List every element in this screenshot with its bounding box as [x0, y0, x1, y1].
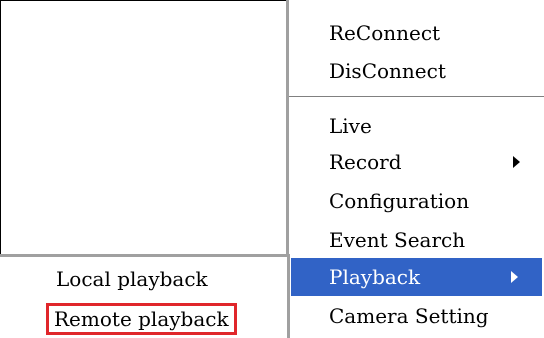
menu-item-reconnect[interactable]: ReConnect [289, 14, 544, 52]
menu-item-camera-setting[interactable]: Camera Setting [289, 297, 544, 335]
menu-item-configuration[interactable]: Configuration [289, 182, 544, 220]
menu-item-event-search[interactable]: Event Search [289, 221, 544, 259]
menu-item-label: Event Search [329, 228, 466, 252]
menu-item-label: Configuration [329, 189, 470, 213]
menu-item-playback[interactable]: Playback [291, 258, 542, 296]
menu-item-disconnect[interactable]: DisConnect [289, 52, 544, 90]
playback-submenu: Local playback Remote playback [0, 254, 290, 338]
menu-separator [289, 96, 544, 98]
submenu-arrow-icon [511, 271, 518, 283]
menu-item-label: DisConnect [329, 59, 446, 83]
menu-item-label: Camera Setting [329, 304, 489, 328]
submenu-item-local-playback[interactable]: Local playback [56, 267, 208, 291]
submenu-item-remote-playback[interactable]: Remote playback [46, 303, 237, 335]
menu-item-record[interactable]: Record [289, 143, 544, 181]
menu-item-live[interactable]: Live [289, 107, 544, 145]
submenu-arrow-icon [513, 156, 520, 168]
menu-item-label: Playback [329, 265, 421, 289]
menu-item-label: ReConnect [329, 21, 441, 45]
context-menu: ReConnect DisConnect Live Record Configu… [286, 0, 544, 338]
menu-item-label: Record [329, 150, 402, 174]
menu-item-label: Live [329, 114, 372, 138]
